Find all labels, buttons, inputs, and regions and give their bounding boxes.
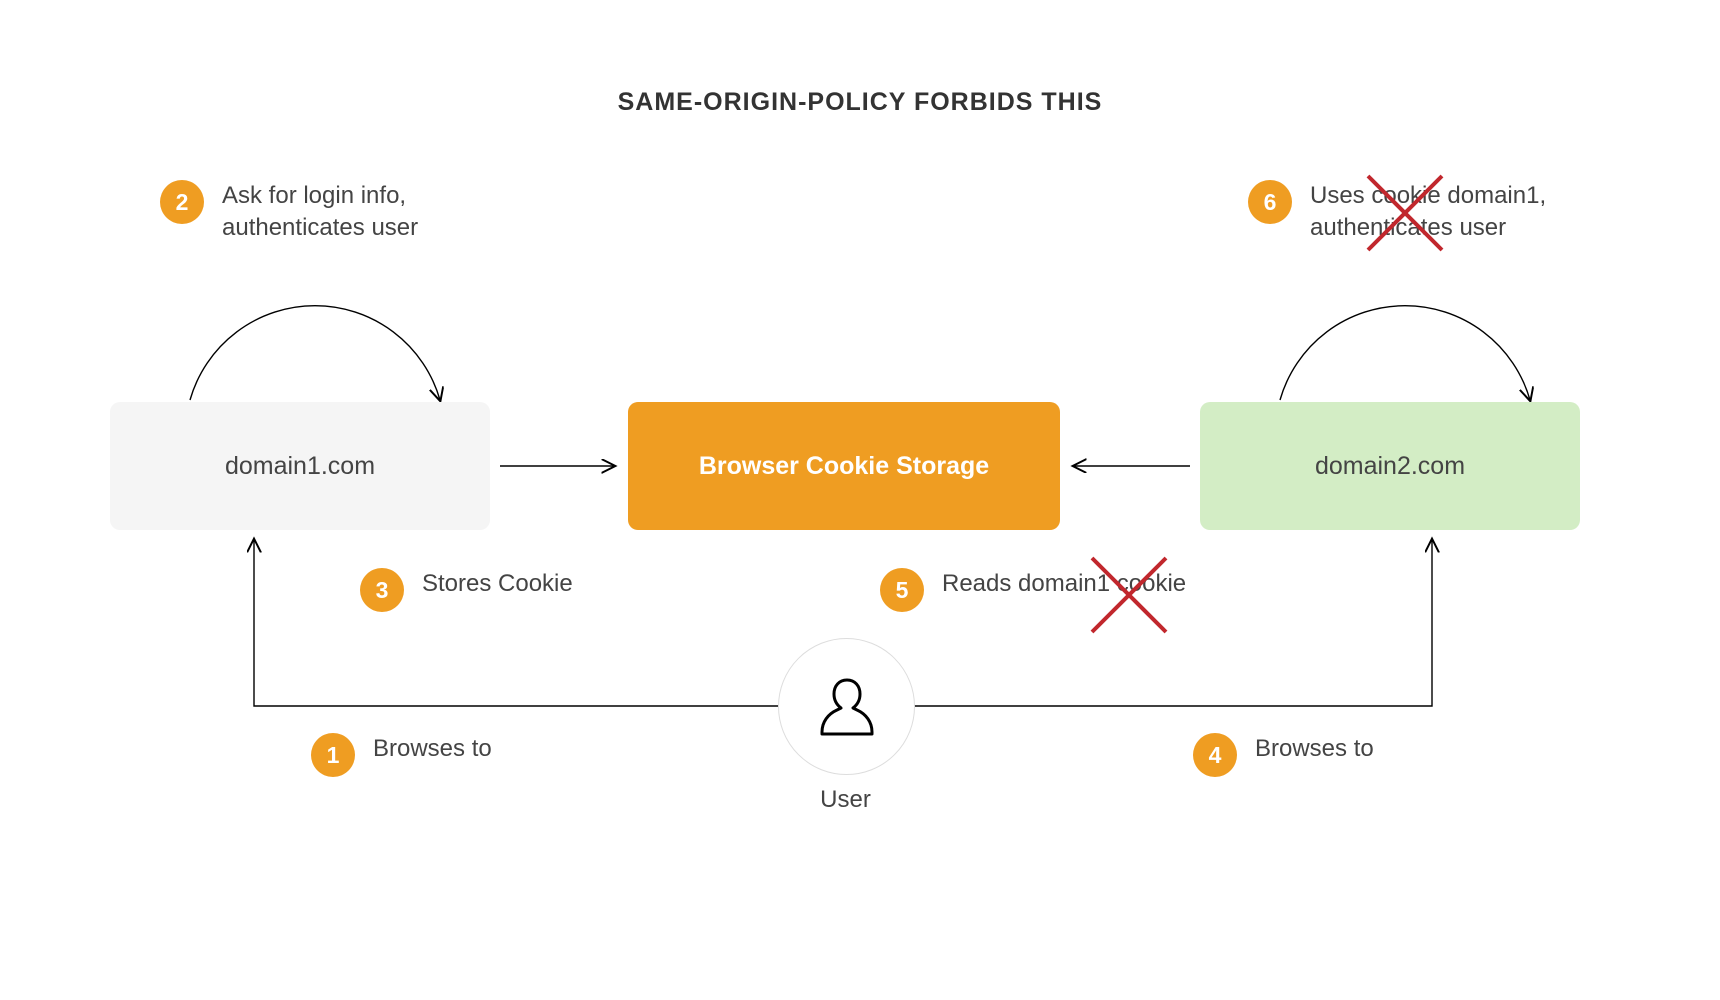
step-5: 5 Reads domain1 cookie: [880, 568, 1186, 612]
step-6-badge: 6: [1248, 180, 1292, 224]
step-2-text: Ask for login info, authenticates user: [222, 180, 542, 245]
user-label: User: [778, 786, 913, 814]
step-4-badge: 4: [1193, 733, 1237, 777]
step-4: 4 Browses to: [1193, 733, 1374, 777]
step-3-badge: 3: [360, 568, 404, 612]
node-cookie-storage: Browser Cookie Storage: [628, 402, 1060, 530]
step-5-badge: 5: [880, 568, 924, 612]
node-domain2: domain2.com: [1200, 402, 1580, 530]
node-domain1: domain1.com: [110, 402, 490, 530]
step-6-text: Uses cookie domain1, authenticates user: [1310, 180, 1630, 245]
step-1-text: Browses to: [373, 733, 492, 765]
step-2: 2 Ask for login info, authenticates user: [160, 180, 542, 245]
step-3-text: Stores Cookie: [422, 568, 573, 600]
user-icon: [818, 676, 876, 738]
step-1-badge: 1: [311, 733, 355, 777]
user-node: [778, 638, 915, 775]
node-domain2-label: domain2.com: [1315, 452, 1465, 481]
step-3: 3 Stores Cookie: [360, 568, 573, 612]
diagram-stage: SAME-ORIGIN-POLICY FORBIDS THIS domain1.…: [0, 0, 1720, 1000]
step-2-badge: 2: [160, 180, 204, 224]
step-4-text: Browses to: [1255, 733, 1374, 765]
node-cookie-storage-label: Browser Cookie Storage: [699, 452, 989, 481]
step-6: 6 Uses cookie domain1, authenticates use…: [1248, 180, 1630, 245]
step-1: 1 Browses to: [311, 733, 492, 777]
step-5-text: Reads domain1 cookie: [942, 568, 1186, 600]
diagram-title: SAME-ORIGIN-POLICY FORBIDS THIS: [0, 88, 1720, 117]
node-domain1-label: domain1.com: [225, 452, 375, 481]
